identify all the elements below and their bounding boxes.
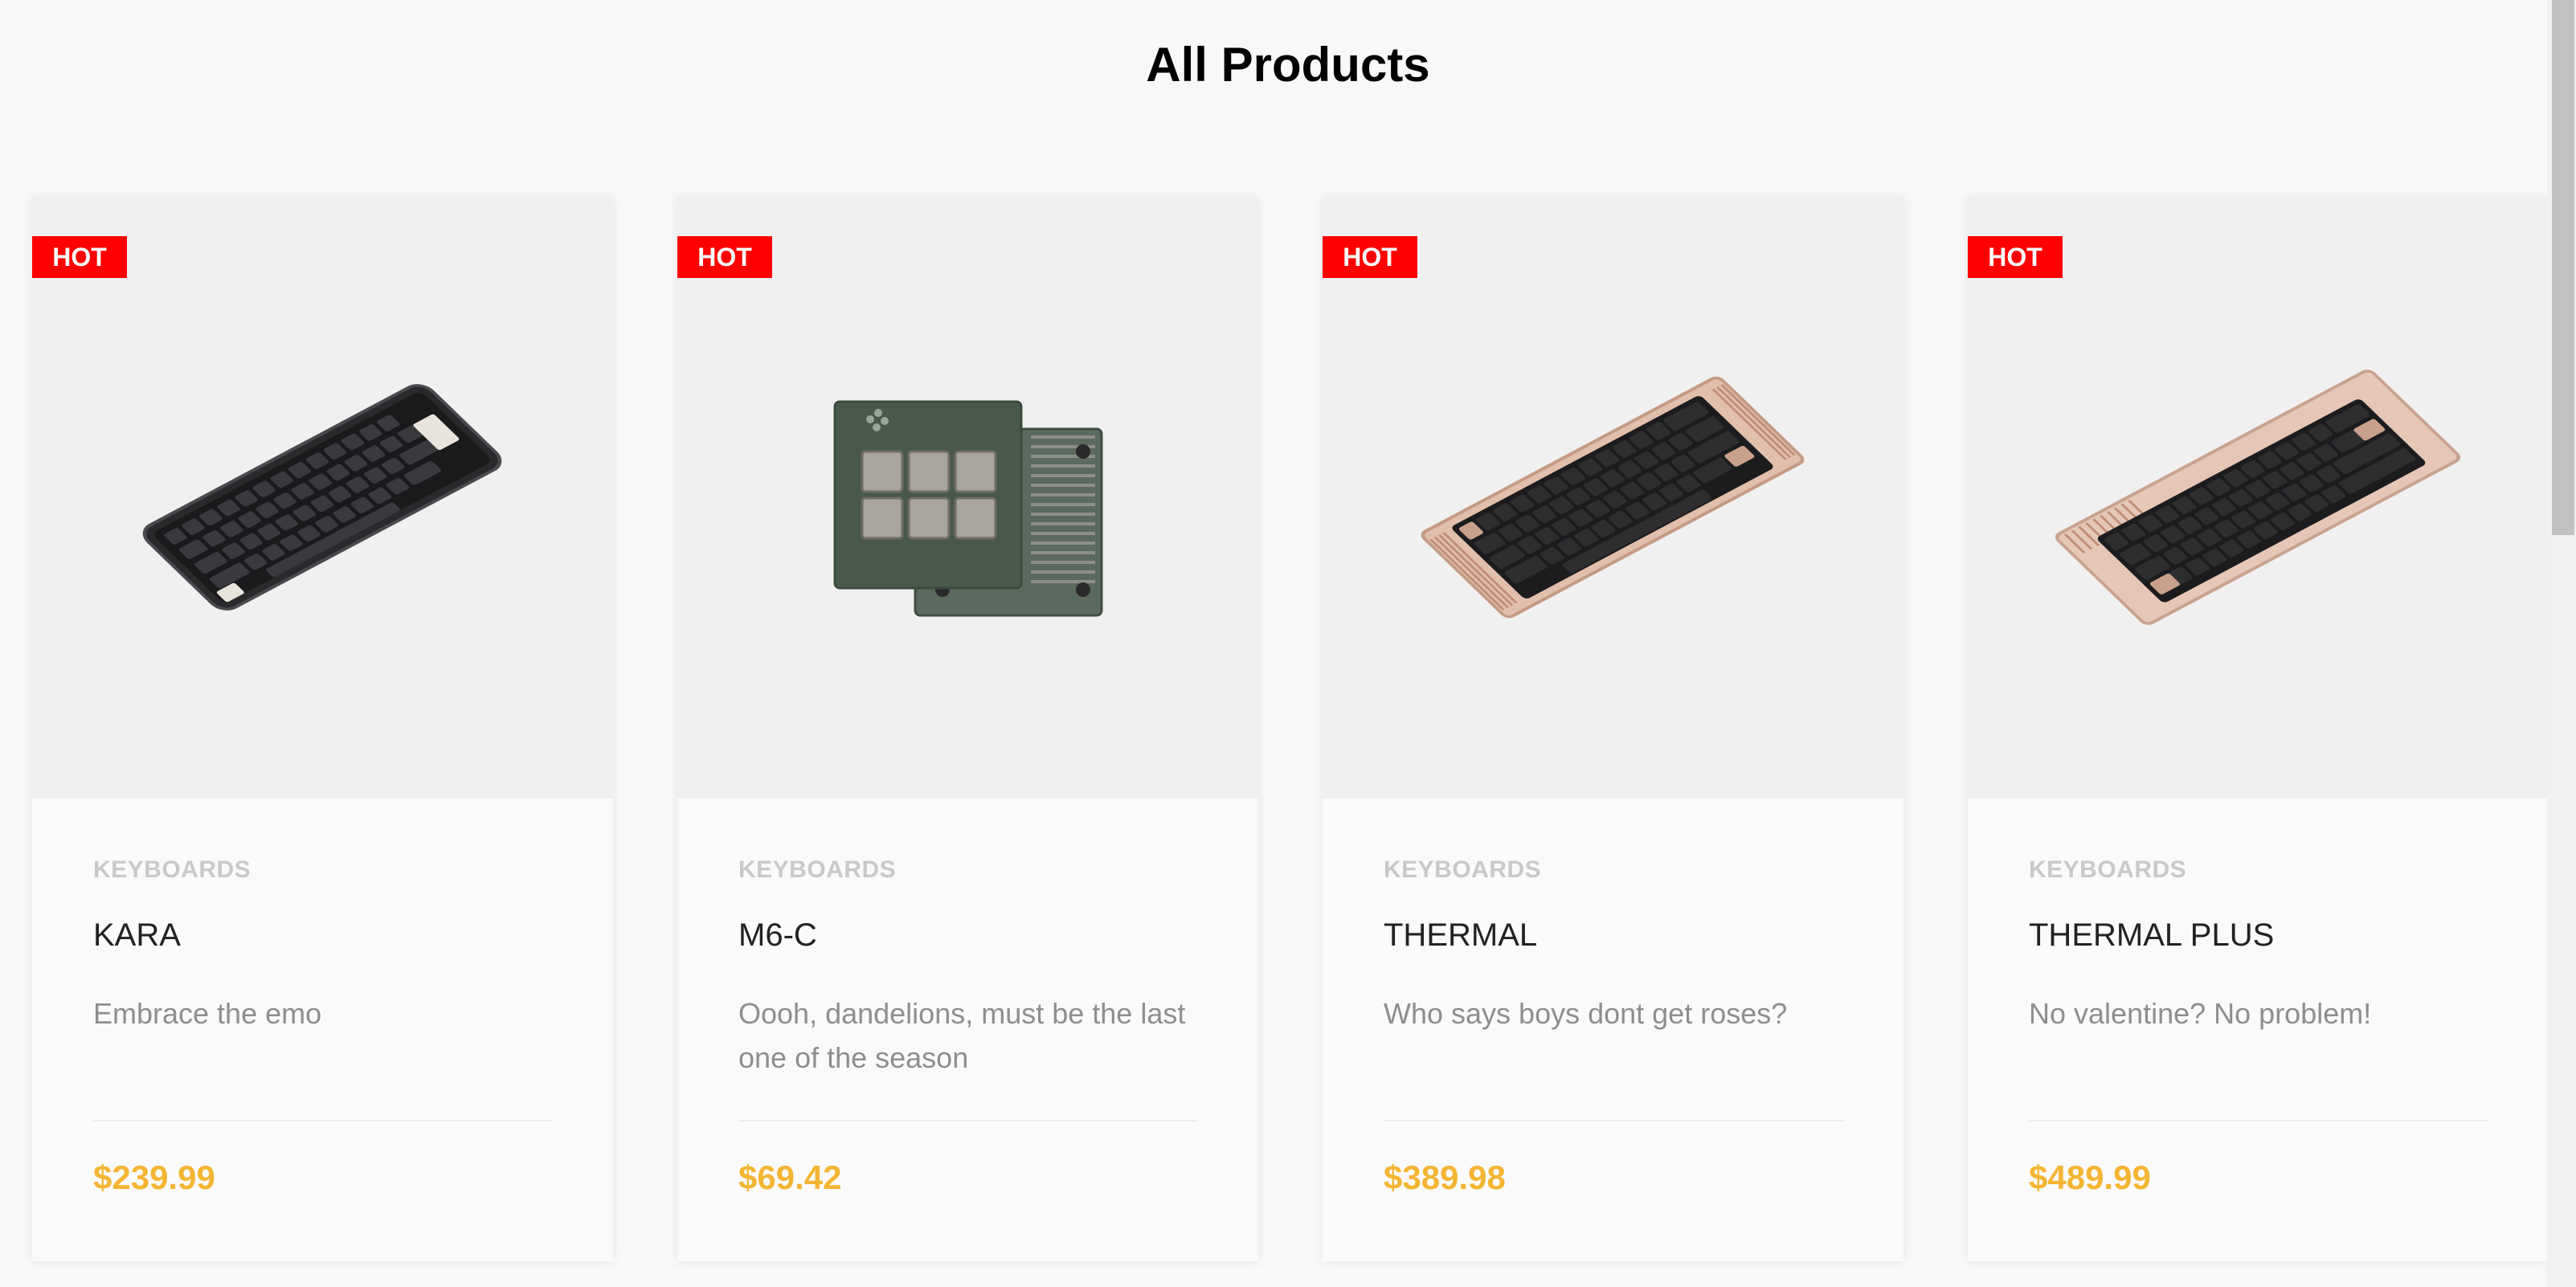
divider [93,1120,553,1122]
scrollbar-thumb[interactable] [2552,0,2574,535]
hot-badge: HOT [32,236,127,278]
product-card-thermal[interactable]: HOT KEYBOARDS THERMAL Who says boys dont… [1323,196,1903,1261]
rose-gold-keyboard-image [1421,376,1805,619]
product-card-m6-c[interactable]: HOT KEYBOARDS M6-C Oooh, dandelions, mus… [677,196,1258,1261]
product-page: All Products HOT KEYBOARDS KARA Embrace … [0,0,2576,1287]
product-category: KEYBOARDS [93,856,251,883]
product-price: $69.42 [738,1158,842,1196]
product-name[interactable]: M6-C [738,917,817,954]
product-price: $489.99 [2029,1158,2151,1196]
product-category: KEYBOARDS [1384,856,1542,883]
hot-badge: HOT [1968,236,2063,278]
hot-badge: HOT [1323,236,1417,278]
product-image-area[interactable]: HOT [32,196,613,799]
product-name[interactable]: THERMAL [1384,917,1537,954]
product-description: Who says boys dont get roses? [1384,997,1788,1030]
product-description: Embrace the emo [93,997,322,1030]
product-card-kara[interactable]: HOT KEYBOARDS KARA Embrace the emo $239.… [32,196,613,1261]
product-name[interactable]: KARA [93,917,181,954]
black-keyboard-image [142,384,502,611]
product-image-area[interactable]: HOT [677,196,1258,799]
product-price: $239.99 [93,1158,215,1196]
product-name[interactable]: THERMAL PLUS [2029,917,2274,954]
product-image-area[interactable]: HOT [1323,196,1903,799]
divider [2029,1120,2488,1122]
product-image-area[interactable]: HOT [1968,196,2549,799]
product-description: No valentine? No problem! [2029,997,2372,1030]
macropad-image [833,400,1103,617]
hot-badge: HOT [677,236,772,278]
product-description: Oooh, dandelions, must be the last one o… [738,997,1186,1074]
product-category: KEYBOARDS [2029,856,2187,883]
divider [738,1120,1198,1122]
product-card-thermal-plus[interactable]: HOT KEYBOARDS THERMAL PLUS No valentine?… [1968,196,2549,1261]
divider [1384,1120,1843,1122]
vertical-scrollbar[interactable] [2547,0,2576,1287]
rose-gold-keyboard-plus-image [2055,370,2461,625]
page-title: All Products [1146,38,1430,92]
product-price: $389.98 [1384,1158,1506,1196]
product-category: KEYBOARDS [738,856,897,883]
